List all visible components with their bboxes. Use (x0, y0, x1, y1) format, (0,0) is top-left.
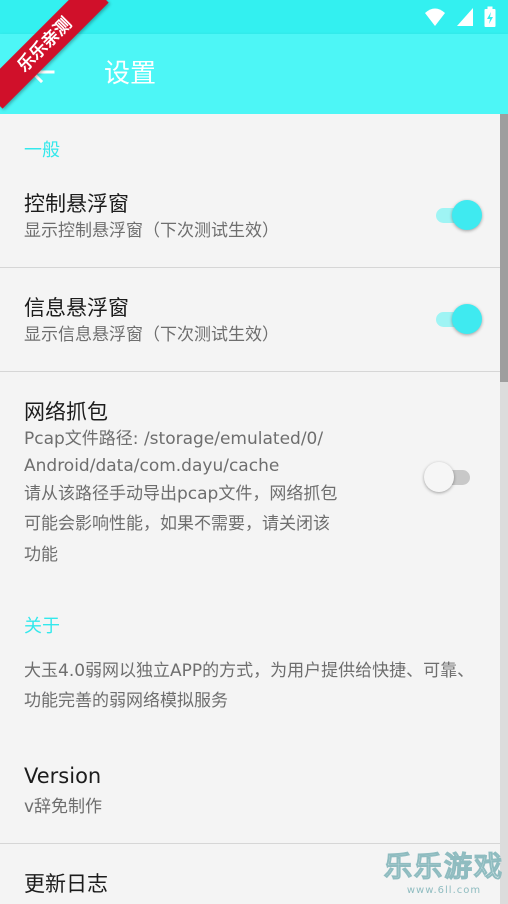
section-about-title: 关于 (24, 616, 60, 637)
capture-summary-line: Android/data/com.dayu/cache (24, 456, 280, 476)
section-general-title: 一般 (24, 140, 60, 161)
battery-icon (484, 6, 496, 32)
control-float-switch[interactable] (434, 195, 482, 235)
signal-icon (456, 7, 474, 31)
capture-summary-line: 功能 (24, 545, 58, 565)
pref-control-float-title: 控制悬浮窗 (24, 192, 129, 216)
pref-version[interactable]: Version v辞免制作 (0, 740, 500, 842)
pref-capture-summary: Pcap文件路径: /storage/emulated/0/ Android/d… (24, 426, 404, 570)
capture-summary-line: 可能会影响性能，如果不需要，请关闭该 (24, 514, 330, 534)
pref-info-float-summary: 显示信息悬浮窗（下次测试生效） (24, 325, 279, 345)
scrollbar-thumb[interactable] (500, 114, 508, 382)
pref-version-title: Version (24, 764, 102, 788)
pref-changelog-title: 更新日志 (24, 872, 108, 896)
pref-version-summary: v辞免制作 (24, 797, 103, 817)
capture-summary-line: 请从该路径手动导出pcap文件，网络抓包 (24, 484, 338, 504)
pref-control-float[interactable]: 控制悬浮窗 显示控制悬浮窗（下次测试生效） (0, 166, 500, 268)
app-bar: 设置 (0, 34, 508, 114)
pref-packet-capture[interactable]: 网络抓包 Pcap文件路径: /storage/emulated/0/ Andr… (0, 372, 500, 572)
watermark: 乐乐游戏 www.6ll.com (383, 845, 504, 897)
page-title: 设置 (104, 59, 157, 89)
pref-control-float-summary: 显示控制悬浮窗（下次测试生效） (24, 221, 279, 241)
switch-thumb (452, 200, 482, 230)
watermark-url: www.6ll.com (406, 885, 482, 896)
about-description: 大玉4.0弱网以独立APP的方式，为用户提供给快捷、可靠、功能完善的弱网络模拟服… (24, 661, 475, 711)
pref-capture-title: 网络抓包 (24, 400, 108, 424)
pref-info-float[interactable]: 信息悬浮窗 显示信息悬浮窗（下次测试生效） (0, 268, 500, 371)
capture-summary-line: Pcap文件路径: /storage/emulated/0/ (24, 429, 324, 449)
watermark-logo: 乐乐游戏 (383, 850, 504, 884)
pref-info-float-title: 信息悬浮窗 (24, 296, 129, 320)
switch-thumb (452, 304, 482, 334)
info-float-switch[interactable] (434, 299, 482, 339)
capture-switch[interactable] (424, 457, 472, 497)
wifi-icon (424, 7, 446, 31)
switch-thumb (424, 462, 454, 492)
status-icons (424, 6, 496, 32)
